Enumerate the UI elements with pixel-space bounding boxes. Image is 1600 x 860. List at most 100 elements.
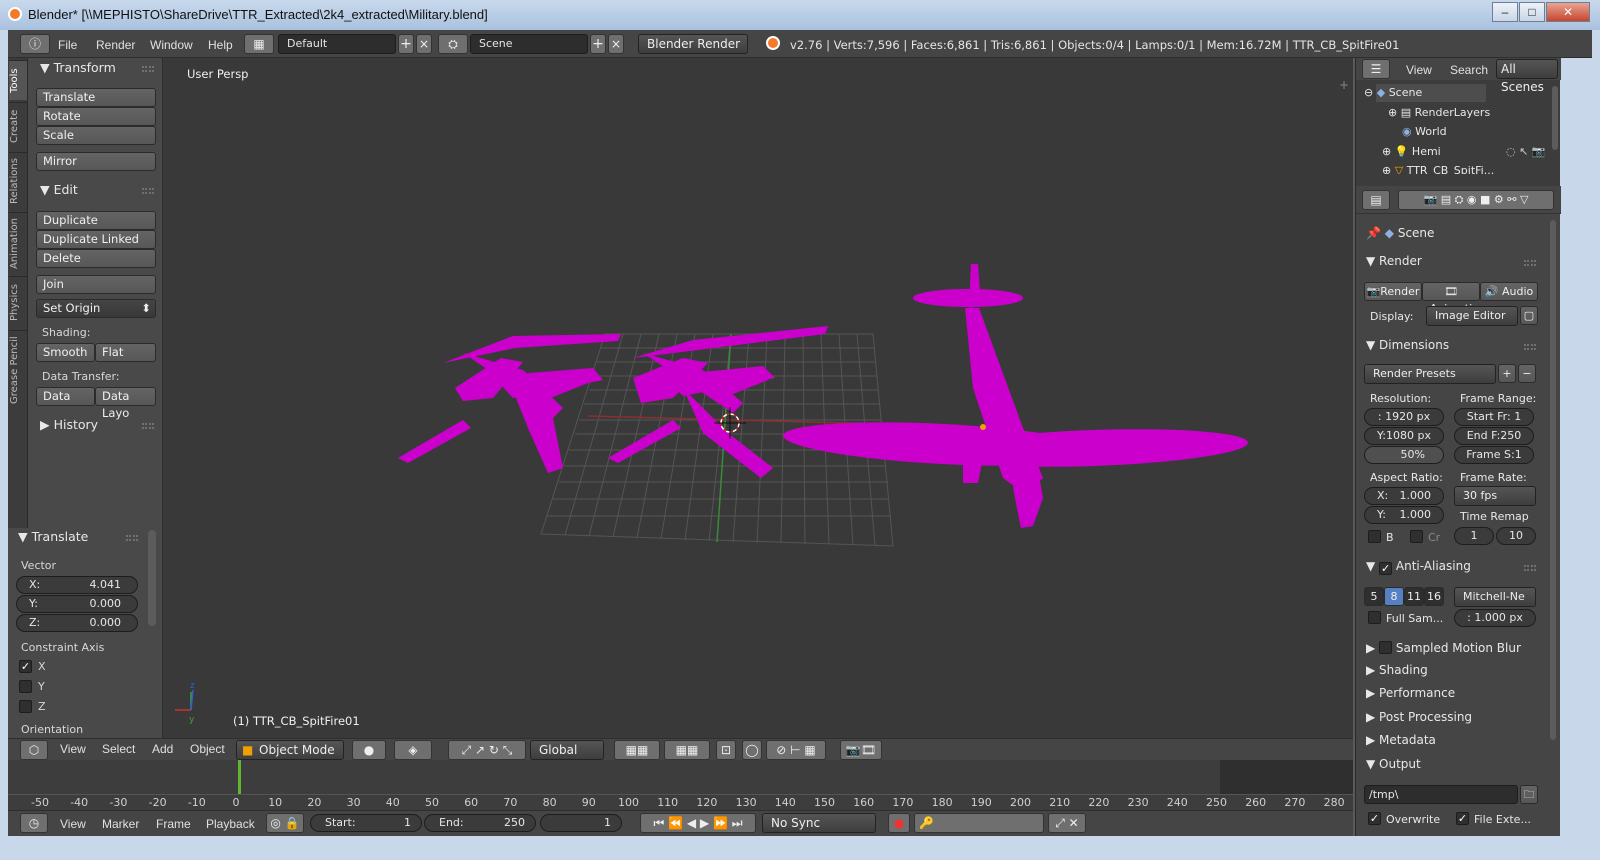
outliner-display-dropdown[interactable]: All Scenes bbox=[1496, 59, 1558, 94]
output-panel-header[interactable]: ▼ Output bbox=[1366, 757, 1421, 771]
filter-size-field[interactable]: : 1.000 px bbox=[1454, 609, 1536, 627]
render-opengl-icons[interactable]: 📷🎞 bbox=[840, 740, 882, 760]
aa-samples-11[interactable]: 11 bbox=[1404, 587, 1424, 606]
menu-frame[interactable]: Frame bbox=[156, 817, 191, 831]
outliner-scrollbar[interactable] bbox=[1552, 86, 1558, 150]
fps-dropdown[interactable]: 30 fps bbox=[1454, 486, 1536, 506]
remove-scene-button[interactable]: × bbox=[608, 34, 624, 54]
vector-z-field[interactable]: Z: 0.000 bbox=[16, 614, 138, 632]
aa-samples-8[interactable]: 8 bbox=[1384, 587, 1404, 606]
panel-grip-icon[interactable] bbox=[142, 66, 154, 72]
anti-aliasing-panel-header[interactable]: ▼ ✓ Anti-Aliasing bbox=[1366, 559, 1471, 575]
start-frame-field[interactable]: Start Fr: 1 bbox=[1454, 408, 1534, 426]
editor-type-timeline-icon[interactable]: ◷ bbox=[20, 813, 48, 833]
lock-layers-icon[interactable]: ⊡ bbox=[716, 740, 736, 760]
border-checkbox[interactable] bbox=[1368, 530, 1381, 543]
history-panel-header[interactable]: ▶ History bbox=[40, 417, 98, 432]
shading-panel-header[interactable]: ▶ Shading bbox=[1366, 663, 1428, 677]
outliner-item-world[interactable]: ◉ World bbox=[1402, 125, 1447, 138]
menu-select[interactable]: Select bbox=[102, 742, 135, 756]
editor-type-outliner-icon[interactable]: ☰ bbox=[1362, 59, 1390, 79]
end-frame-field[interactable]: End F:250 bbox=[1454, 427, 1534, 445]
menu-playback[interactable]: Playback bbox=[206, 817, 255, 831]
render-engine-dropdown[interactable]: Blender Render bbox=[638, 34, 748, 54]
scene-icon[interactable]: ⛭ bbox=[438, 34, 468, 54]
current-frame-field[interactable]: 1 bbox=[540, 814, 622, 832]
edit-panel-header[interactable]: ▼ Edit bbox=[40, 182, 78, 197]
transform-panel-header[interactable]: ▼ Transform bbox=[40, 60, 116, 75]
scene-field[interactable]: Scene bbox=[470, 34, 588, 54]
panel-grip-icon[interactable] bbox=[142, 188, 154, 194]
data-button[interactable]: Data bbox=[36, 387, 95, 406]
playback-controls[interactable]: ⏮ ⏪ ◀ ▶ ⏩ ⏭ bbox=[640, 813, 756, 833]
remove-layout-button[interactable]: × bbox=[416, 34, 432, 54]
pivot-point-icon[interactable]: ◈ bbox=[394, 740, 432, 760]
editor-type-3d-icon[interactable]: ⬡ bbox=[20, 740, 48, 760]
current-frame-indicator[interactable] bbox=[238, 760, 241, 794]
shading-mode-icon[interactable]: ● bbox=[352, 740, 386, 760]
aa-samples-5[interactable]: 5 bbox=[1364, 587, 1384, 606]
constraint-z-checkbox[interactable] bbox=[19, 700, 32, 713]
keyframe-insert-icons[interactable]: ⤢ ✕ bbox=[1048, 813, 1086, 833]
layer-buttons-2[interactable]: ▦▦ bbox=[664, 740, 710, 760]
3d-viewport[interactable]: User Persp + z y (1) TTR_CB_SpitFire01 bbox=[163, 58, 1353, 738]
minimize-button[interactable]: – bbox=[1492, 2, 1518, 22]
panel-grip-icon[interactable] bbox=[142, 423, 154, 429]
menu-file[interactable]: File bbox=[58, 38, 77, 52]
start-frame-field[interactable]: Start: 1 bbox=[310, 814, 422, 832]
menu-search[interactable]: Search bbox=[1450, 63, 1488, 77]
menu-view[interactable]: View bbox=[60, 742, 86, 756]
smooth-button[interactable]: Smooth bbox=[36, 343, 95, 362]
screen-layout-field[interactable]: Default bbox=[278, 34, 396, 54]
data-layout-button[interactable]: Data Layo bbox=[95, 387, 156, 420]
menu-view[interactable]: View bbox=[60, 817, 86, 831]
outliner-item-spitfire[interactable]: ⊕ ▽ TTR_CB_SpitFi... bbox=[1382, 164, 1494, 174]
outliner-item-scene[interactable]: ⊖ ◆ Scene bbox=[1364, 86, 1422, 99]
translate-button[interactable]: Translate bbox=[36, 88, 156, 107]
menu-add[interactable]: Add bbox=[152, 742, 173, 756]
post-processing-panel-header[interactable]: ▶ Post Processing bbox=[1366, 710, 1472, 724]
delete-button[interactable]: Delete bbox=[36, 249, 156, 268]
sync-mode-dropdown[interactable]: No Sync bbox=[762, 813, 876, 833]
remove-preset-button[interactable]: − bbox=[1518, 364, 1536, 383]
display-dropdown[interactable]: Image Editor bbox=[1426, 306, 1518, 326]
tab-create[interactable]: Create bbox=[9, 102, 27, 150]
add-scene-button[interactable]: + bbox=[590, 34, 606, 54]
aa-samples-16[interactable]: 16 bbox=[1424, 587, 1444, 606]
panel-grip-icon[interactable] bbox=[1524, 565, 1536, 571]
aspect-y-field[interactable]: Y: 1.000 bbox=[1364, 506, 1444, 524]
panel-grip-icon[interactable] bbox=[1524, 260, 1536, 266]
editor-type-info-icon[interactable]: ⓘ bbox=[20, 34, 50, 54]
close-button[interactable]: ✕ bbox=[1546, 2, 1590, 22]
menu-window[interactable]: Window bbox=[150, 38, 193, 52]
render-presets-dropdown[interactable]: Render Presets bbox=[1364, 364, 1496, 384]
set-origin-dropdown[interactable]: Set Origin ⬍ bbox=[36, 299, 156, 318]
constraint-y-checkbox[interactable] bbox=[19, 680, 32, 693]
tab-relations[interactable]: Relations bbox=[9, 152, 27, 210]
scale-button[interactable]: Scale bbox=[36, 126, 156, 145]
motion-blur-checkbox[interactable] bbox=[1379, 641, 1393, 654]
window-icon[interactable]: ▢ bbox=[1520, 306, 1538, 325]
properties-scrollbar[interactable] bbox=[1550, 220, 1556, 740]
mode-dropdown[interactable]: ■ Object Mode bbox=[236, 740, 344, 760]
maximize-button[interactable]: □ bbox=[1519, 2, 1545, 22]
operator-scrollbar[interactable] bbox=[148, 530, 156, 626]
aspect-x-field[interactable]: X: 1.000 bbox=[1364, 487, 1444, 505]
output-path-field[interactable]: /tmp\ bbox=[1364, 785, 1518, 804]
mirror-button[interactable]: Mirror bbox=[36, 152, 156, 171]
proportional-edit-icon[interactable]: ◯ bbox=[742, 740, 762, 760]
vector-x-field[interactable]: X: 4.041 bbox=[16, 576, 138, 594]
screen-layout-icon[interactable]: ▦ bbox=[244, 34, 274, 54]
panel-grip-icon[interactable] bbox=[126, 535, 138, 541]
render-animation-button[interactable]: 🎞Animati bbox=[1422, 282, 1480, 315]
tab-grease-pencil[interactable]: Grease Pencil bbox=[9, 330, 27, 410]
transform-orientation-dropdown[interactable]: Global bbox=[530, 740, 604, 760]
folder-icon[interactable]: 🗀 bbox=[1520, 785, 1538, 804]
remap-new-field[interactable]: 10 bbox=[1496, 527, 1536, 545]
render-image-button[interactable]: 📷Render bbox=[1364, 282, 1422, 301]
editor-type-properties-icon[interactable]: ▤ bbox=[1362, 190, 1390, 210]
resolution-x-field[interactable]: : 1920 px bbox=[1364, 408, 1444, 426]
motion-blur-panel-header[interactable]: ▶ Sampled Motion Blur bbox=[1366, 639, 1521, 655]
menu-marker[interactable]: Marker bbox=[102, 817, 139, 831]
frame-step-field[interactable]: Frame S:1 bbox=[1454, 446, 1534, 464]
